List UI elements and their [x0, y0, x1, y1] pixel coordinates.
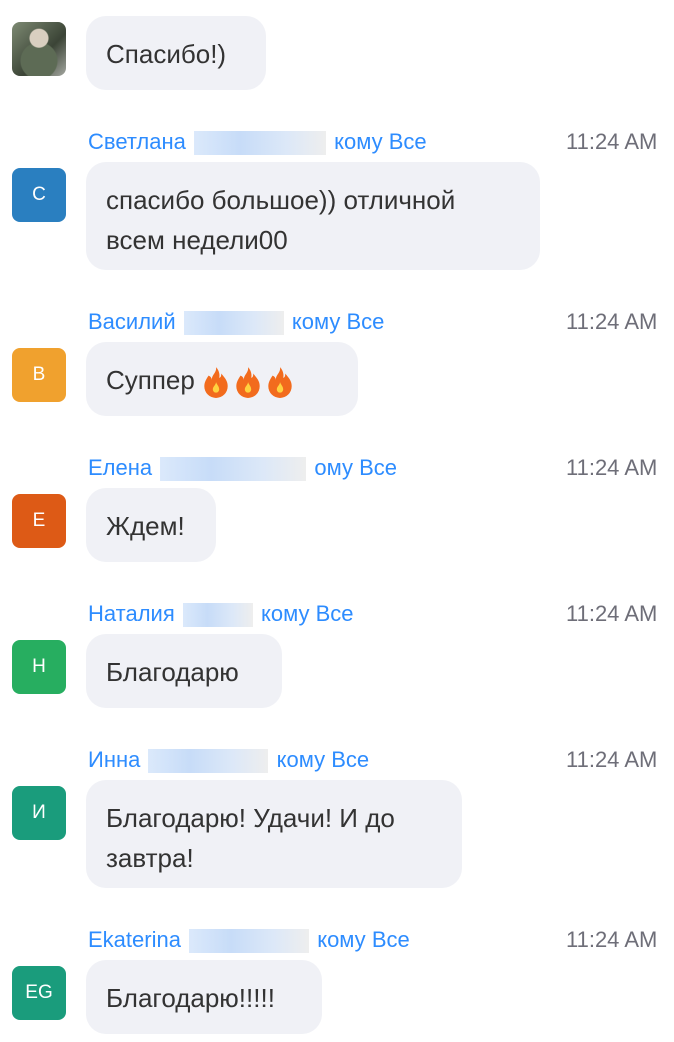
to-label: ому	[314, 455, 353, 480]
redacted-surname	[189, 929, 310, 954]
message-header: Наталия кому Все	[88, 600, 354, 628]
recipient-name[interactable]: Все	[346, 309, 384, 334]
message-time: 11:24 AM	[566, 455, 658, 480]
recipient-name[interactable]: Все	[389, 129, 427, 154]
avatar-initials: С	[32, 184, 46, 205]
recipient-name[interactable]: Все	[372, 927, 410, 952]
sender-name[interactable]: Инна	[88, 747, 140, 772]
message-header: Елена ому Все	[88, 454, 397, 482]
message-time: 11:24 AM	[566, 927, 658, 952]
sender-name[interactable]: Василий	[88, 309, 176, 334]
avatar[interactable]: EG	[12, 966, 66, 1020]
message-header: Ekaterina кому Все	[88, 926, 410, 954]
message-bubble: Суппер	[86, 342, 358, 416]
avatar[interactable]	[12, 22, 66, 76]
message-bubble: Ждем!	[86, 488, 216, 562]
to-label: кому	[291, 309, 341, 334]
message-text: Благодарю! Удачи! И до завтра!	[106, 803, 395, 873]
to-label: кому	[317, 927, 366, 952]
message-bubble: Спасибо!)	[86, 16, 266, 90]
message-bubble: Благодарю! Удачи! И до завтра!	[86, 780, 462, 888]
fire-icon	[236, 367, 260, 399]
message-time: 11:24 AM	[566, 601, 658, 626]
message-time: 11:24 AM	[566, 129, 658, 154]
message-time: 11:24 AM	[566, 309, 658, 334]
message-header: Василий кому Все	[88, 308, 384, 336]
to-label: кому	[261, 601, 310, 626]
recipient-name[interactable]: Все	[331, 747, 369, 772]
message-header: Светлана кому Все	[88, 128, 427, 156]
avatar[interactable]: И	[12, 786, 66, 840]
sender-name[interactable]: Ekaterina	[88, 927, 181, 952]
message-bubble: спасибо большое)) отличной всем недели00	[86, 162, 540, 270]
sender-name[interactable]: Елена	[88, 455, 152, 480]
message-text: Спасибо!)	[106, 39, 227, 69]
redacted-surname	[183, 311, 284, 336]
to-label: кому	[334, 129, 383, 154]
message-header: Инна кому Все	[88, 746, 369, 774]
sender-name[interactable]: Наталия	[88, 601, 175, 626]
message-text: Ждем!	[106, 511, 185, 541]
avatar-initials: EG	[25, 982, 53, 1003]
message-bubble: Благодарю	[86, 634, 282, 708]
avatar-initials: Е	[32, 510, 46, 531]
message-text: спасибо большое)) отличной всем недели00	[106, 185, 456, 255]
emoji-group	[199, 365, 295, 399]
fire-icon	[204, 367, 228, 399]
avatar[interactable]: С	[12, 168, 66, 222]
avatar[interactable]: Н	[12, 640, 66, 694]
avatar-initials: Н	[32, 656, 46, 677]
avatar[interactable]: Е	[12, 494, 66, 548]
recipient-name[interactable]: Все	[316, 601, 354, 626]
recipient-name[interactable]: Все	[359, 455, 397, 480]
redacted-surname	[148, 749, 269, 774]
avatar-initials: В	[32, 364, 46, 385]
avatar[interactable]: В	[12, 348, 66, 402]
fire-icon	[268, 367, 292, 399]
avatar-initials: И	[32, 802, 46, 823]
redacted-surname	[160, 457, 307, 482]
message-bubble: Благодарю!!!!!	[86, 960, 322, 1034]
message-text: Благодарю	[106, 657, 239, 687]
message-text: Суппер	[106, 365, 195, 395]
message-text: Благодарю!!!!!	[106, 983, 275, 1013]
message-time: 11:24 AM	[566, 747, 658, 772]
redacted-surname	[182, 603, 253, 628]
redacted-surname	[194, 131, 327, 156]
to-label: кому	[276, 747, 326, 772]
sender-name[interactable]: Светлана	[88, 129, 186, 154]
